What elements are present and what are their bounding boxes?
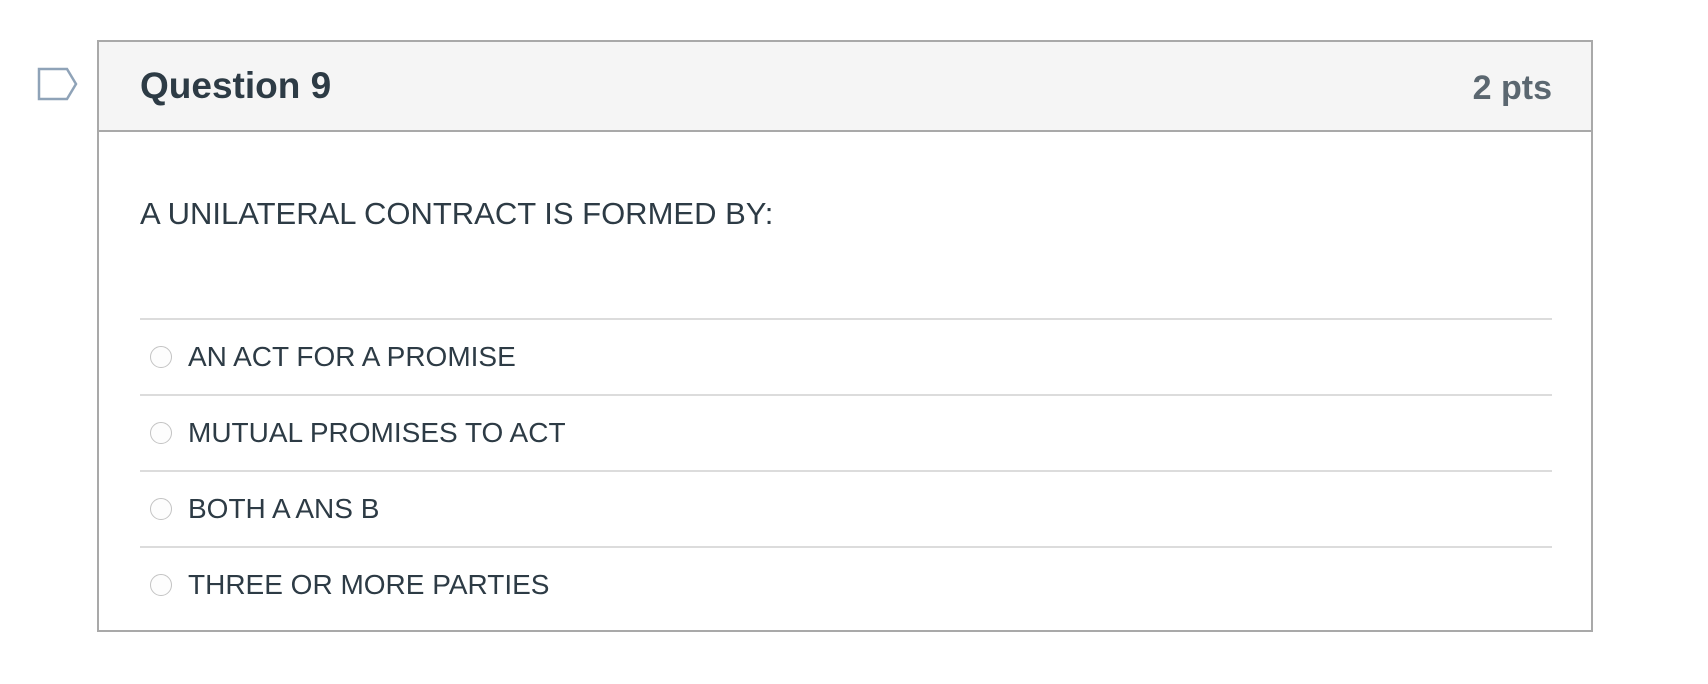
answer-label: BOTH A ANS B [188,493,380,524]
answer-option[interactable]: AN ACT FOR A PROMISE [140,320,1552,396]
question-card: Question 9 2 pts A UNILATERAL CONTRACT I… [97,40,1593,632]
question-header: Question 9 2 pts [99,42,1591,132]
answer-option[interactable]: BOTH A ANS B [140,472,1552,548]
answer-option[interactable]: MUTUAL PROMISES TO ACT [140,396,1552,472]
answer-option[interactable]: THREE OR MORE PARTIES [140,548,1552,622]
answer-label: THREE OR MORE PARTIES [188,569,550,600]
radio-button[interactable] [150,574,172,596]
question-body: A UNILATERAL CONTRACT IS FORMED BY: AN A… [99,132,1591,622]
question-points: 2 pts [1472,69,1552,107]
flag-question-icon[interactable] [37,67,79,101]
question-text: A UNILATERAL CONTRACT IS FORMED BY: [140,196,774,231]
radio-button[interactable] [150,498,172,520]
answer-list: AN ACT FOR A PROMISE MUTUAL PROMISES TO … [140,318,1552,622]
question-title: Question 9 [140,65,332,106]
radio-button[interactable] [150,422,172,444]
answer-label: AN ACT FOR A PROMISE [188,341,516,372]
radio-button[interactable] [150,346,172,368]
answer-label: MUTUAL PROMISES TO ACT [188,417,566,448]
